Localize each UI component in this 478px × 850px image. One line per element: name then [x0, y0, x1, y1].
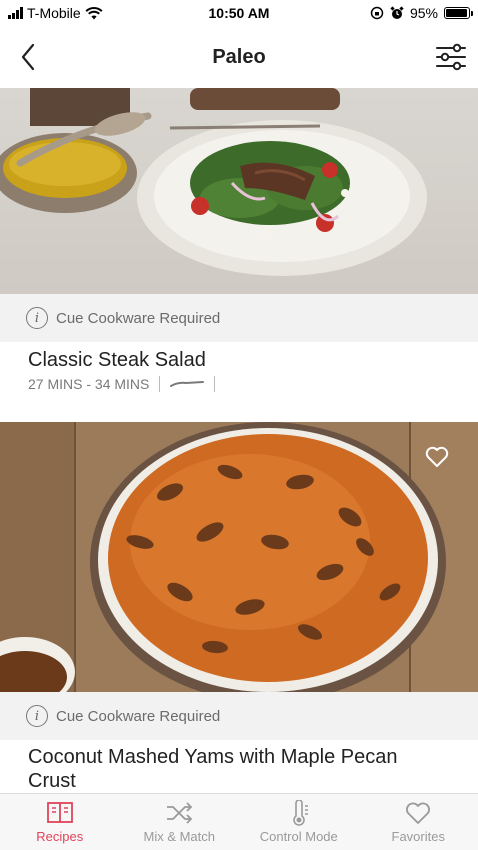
recipe-card[interactable]: i Cue Cookware Required Coconut Mashed Y…: [0, 422, 478, 793]
cue-cookware-banner: i Cue Cookware Required: [0, 692, 478, 740]
book-icon: [46, 802, 73, 823]
battery-icon: [444, 7, 473, 19]
tab-label: Control Mode: [259, 829, 338, 844]
battery-fill: [446, 9, 467, 17]
recipe-title: Coconut Mashed Yams with Maple Pecan Cru…: [28, 746, 398, 792]
signal-icon: [8, 7, 23, 19]
recipe-card[interactable]: i Cue Cookware Required Classic Steak Sa…: [0, 88, 478, 422]
recipe-title: Classic Steak Salad: [28, 349, 206, 371]
tab-label: Mix & Match: [143, 829, 215, 844]
back-button[interactable]: [12, 40, 44, 74]
divider: [214, 376, 216, 392]
heart-outline-icon[interactable]: [424, 444, 450, 470]
carrier-label: T-Mobile: [27, 5, 81, 21]
tab-label: Recipes: [36, 829, 84, 844]
recipe-meta: Classic Steak Salad 27 MINS - 34 MINS: [0, 342, 478, 422]
heart-icon: [406, 802, 431, 824]
recipe-list[interactable]: i Cue Cookware Required Classic Steak Sa…: [0, 88, 478, 793]
recipe-meta: Coconut Mashed Yams with Maple Pecan Cru…: [0, 740, 478, 793]
tab-bar: Recipes Mix & Match Control Mode Favorit…: [0, 793, 478, 850]
divider: [159, 376, 161, 392]
info-icon: i: [26, 307, 48, 329]
tab-favorites[interactable]: Favorites: [359, 794, 478, 850]
status-left: T-Mobile: [8, 5, 103, 21]
pan-icon: [170, 381, 205, 387]
status-right: 95%: [370, 5, 473, 21]
battery-percent: 95%: [409, 5, 438, 21]
shuffle-icon: [167, 802, 193, 824]
recipe-time: 27 MINS - 34 MINS: [28, 376, 150, 392]
recipe-time-row: 27 MINS - 34 MINS: [28, 376, 450, 392]
recipe-image-mashed-yams[interactable]: [0, 422, 478, 692]
cue-cookware-label: Cue Cookware Required: [56, 309, 221, 327]
filter-sliders-icon[interactable]: [434, 40, 468, 74]
info-icon: i: [26, 705, 48, 727]
mashed-yams-photo: [0, 422, 478, 692]
wifi-icon: [85, 6, 103, 19]
thermometer-icon: [293, 800, 308, 826]
tab-control-mode[interactable]: Control Mode: [239, 794, 359, 850]
cue-cookware-banner: i Cue Cookware Required: [0, 294, 478, 342]
page-title: Paleo: [212, 45, 266, 68]
status-bar: T-Mobile 10:50 AM 95%: [0, 0, 478, 26]
chevron-left-icon: [21, 43, 35, 71]
tab-recipes[interactable]: Recipes: [0, 794, 120, 850]
nav-bar: Paleo: [0, 26, 478, 88]
cue-cookware-label: Cue Cookware Required: [56, 707, 221, 725]
screen: T-Mobile 10:50 AM 95% Paleo i Cue Cookwa…: [0, 0, 478, 850]
alarm-icon: [390, 6, 404, 19]
tab-mix-match[interactable]: Mix & Match: [120, 794, 240, 850]
rotation-lock-icon: [370, 6, 384, 20]
tab-label: Favorites: [391, 829, 445, 844]
recipe-image-steak-salad[interactable]: [0, 88, 478, 294]
steak-salad-photo: [0, 88, 478, 294]
